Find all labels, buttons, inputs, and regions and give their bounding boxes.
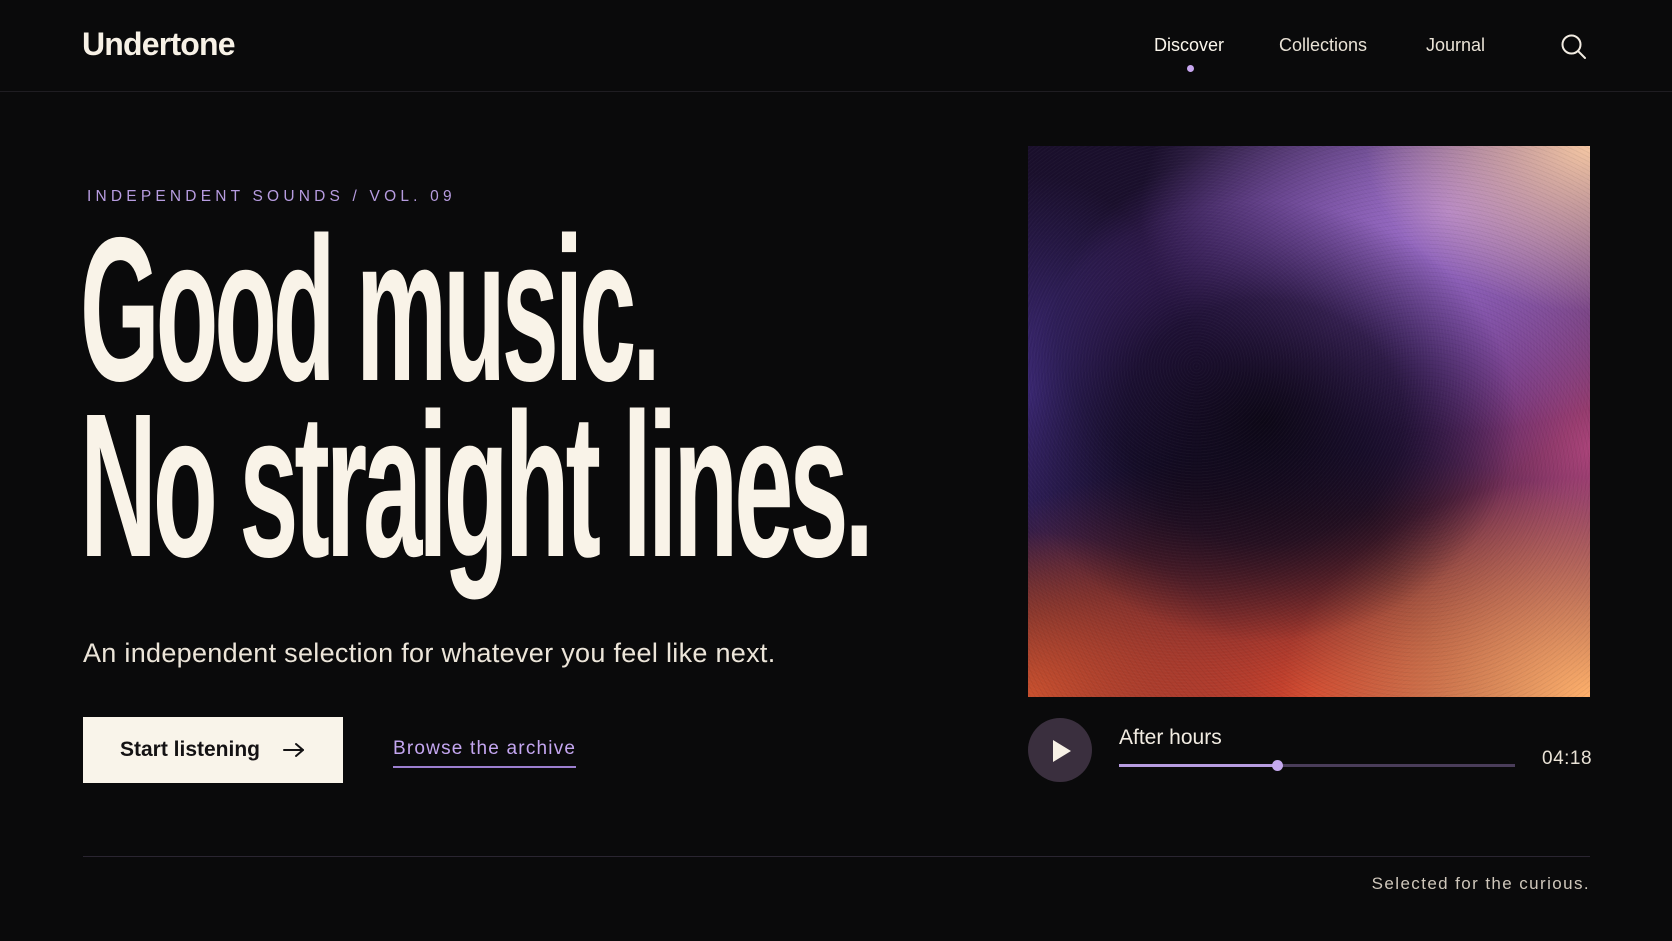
track-duration: 04:18 [1542,748,1593,769]
start-listening-button[interactable]: Start listening [83,717,343,783]
search-icon[interactable] [1560,33,1588,61]
nav-item-journal[interactable]: Journal [1426,35,1485,56]
hero-subtitle: An independent selection for whatever yo… [83,638,776,668]
album-artwork [1028,146,1590,697]
browse-archive-link[interactable]: Browse the archive [393,738,577,768]
progress-knob[interactable] [1271,760,1283,771]
site-header: Undertone Discover Collections Journal [0,0,1672,92]
footer-tagline: Selected for the curious. [1371,874,1590,893]
progress-fill [1119,764,1278,767]
nav-item-discover[interactable]: Discover [1154,35,1224,56]
nav-item-collections[interactable]: Collections [1279,35,1367,56]
progress-slider[interactable] [1119,760,1515,771]
artwork-texture [1028,146,1590,697]
play-icon [1053,740,1071,762]
divider [83,856,1590,857]
start-listening-label: Start listening [119,738,261,761]
active-indicator-dot [1186,65,1194,72]
arrow-right-icon [282,742,306,758]
brand-logo[interactable]: Undertone [82,26,236,63]
track-title: After hours [1119,726,1222,749]
headline-line-2: No straight lines. [80,371,874,600]
play-button[interactable] [1028,718,1092,782]
